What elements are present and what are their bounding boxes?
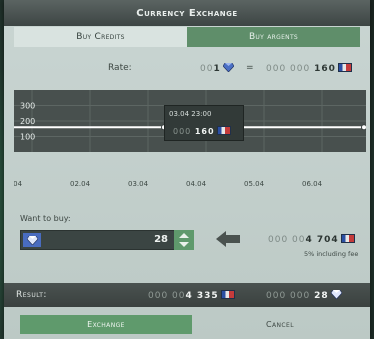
flag-credit-icon bbox=[340, 234, 355, 243]
result-label: Result: bbox=[16, 290, 47, 300]
chart-x-tick-label: 05.04 bbox=[244, 180, 265, 188]
tab-buy-credits[interactable]: Buy Credits bbox=[14, 27, 187, 47]
chart-x-tick-label: 04.04 bbox=[186, 180, 207, 188]
diamond-gem-icon bbox=[222, 63, 234, 72]
tab-buy-argents[interactable]: Buy argents bbox=[187, 27, 360, 47]
rate-from-prefix: 00 bbox=[200, 64, 214, 74]
exchange-button[interactable]: Exchange bbox=[20, 315, 192, 334]
rate-row: Rate: 001 = 000 000 160 bbox=[4, 60, 370, 76]
chart-y-tick-label: 100 bbox=[20, 133, 35, 142]
flag-credit-icon bbox=[216, 126, 231, 135]
result-credits-value: 4 335 bbox=[185, 291, 219, 301]
chart-x-tick-label: 03.04 bbox=[128, 180, 149, 188]
chart-tooltip: 03.04 23:00 000 160 bbox=[164, 105, 244, 141]
rate-from: 001 bbox=[200, 63, 234, 74]
tab-bar: Buy Credits Buy argents bbox=[14, 27, 360, 47]
diamond-gem-icon bbox=[330, 290, 342, 299]
result-argents-prefix: 000 000 bbox=[266, 291, 311, 301]
rate-to: 000 000 160 bbox=[266, 63, 352, 74]
buy-amount-value: 28 bbox=[154, 234, 168, 245]
chart-x-tick-label: 01.04 bbox=[14, 180, 23, 188]
diamond-gem-icon bbox=[26, 235, 38, 245]
flag-credit-icon bbox=[337, 63, 352, 72]
dialog-title: Currency Exchange bbox=[4, 0, 370, 26]
flag-credit-icon bbox=[220, 290, 235, 299]
want-to-buy-label: Want to buy: bbox=[20, 214, 71, 223]
result-argents-value: 28 bbox=[314, 291, 329, 301]
result-credits-prefix: 000 00 bbox=[148, 291, 186, 301]
chart-data-point bbox=[361, 124, 366, 131]
cost-prefix: 000 00 bbox=[268, 235, 306, 245]
arrow-left-icon bbox=[216, 231, 240, 247]
chart-x-tick-label: 02.04 bbox=[70, 180, 91, 188]
tooltip-value-prefix: 000 bbox=[173, 127, 192, 136]
result-credits: 000 004 335 bbox=[148, 290, 235, 301]
fee-note: 5% including fee bbox=[304, 250, 359, 258]
cost-value: 4 704 bbox=[305, 235, 339, 245]
amount-stepper[interactable] bbox=[174, 230, 194, 250]
decrement-arrow-icon[interactable] bbox=[179, 242, 189, 247]
buy-amount-input[interactable]: 28 bbox=[20, 230, 175, 250]
tooltip-date: 03.04 23:00 bbox=[169, 110, 212, 118]
rate-from-value: 1 bbox=[213, 64, 221, 74]
tooltip-value: 000 160 bbox=[173, 126, 231, 136]
cost-display: 000 004 704 bbox=[268, 234, 355, 245]
chart-y-tick-label: 300 bbox=[20, 102, 35, 111]
cancel-button[interactable]: Cancel bbox=[194, 315, 366, 334]
result-bar: Result: 000 004 335 000 000 28 bbox=[4, 283, 370, 307]
argent-currency-badge bbox=[23, 233, 41, 247]
tooltip-value-number: 160 bbox=[194, 127, 215, 136]
rate-to-value: 160 bbox=[314, 64, 336, 74]
chart-y-tick-label: 200 bbox=[20, 117, 35, 126]
rate-equals: = bbox=[246, 63, 254, 73]
rate-label: Rate: bbox=[108, 63, 132, 73]
chart-x-tick-label: 06.04 bbox=[302, 180, 323, 188]
rate-to-prefix: 000 000 bbox=[266, 64, 311, 74]
result-argents: 000 000 28 bbox=[266, 290, 342, 301]
increment-arrow-icon[interactable] bbox=[179, 233, 189, 238]
